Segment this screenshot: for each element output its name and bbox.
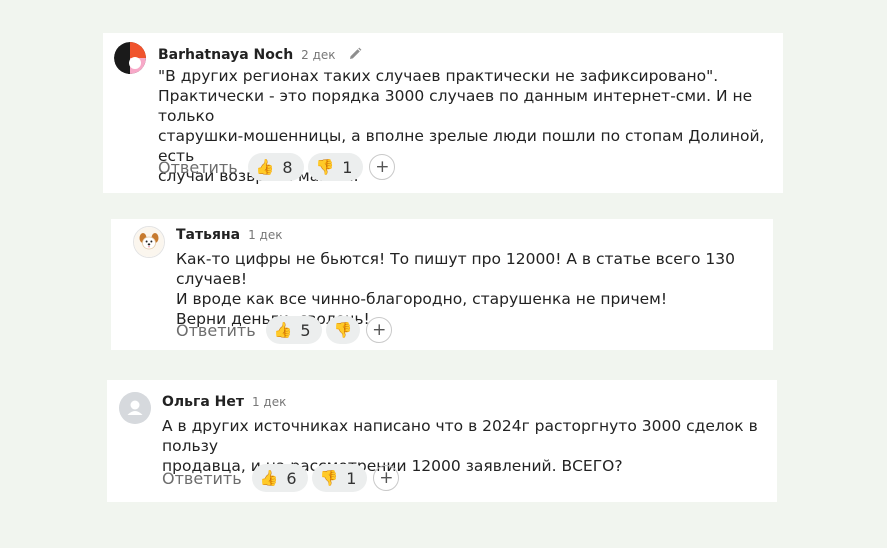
like-button[interactable]: 👍 8 (247, 153, 304, 181)
like-count: 5 (300, 320, 311, 340)
comment-date: 1 дек (248, 228, 283, 242)
comment-line: "В других регионах таких случаев практич… (158, 67, 719, 85)
thumbs-down-icon: 👎 (333, 320, 353, 339)
author-avatar[interactable] (114, 42, 146, 74)
author-avatar[interactable] (133, 226, 165, 258)
reply-button[interactable]: Ответить (158, 158, 238, 177)
like-button[interactable]: 👍 5 (265, 316, 322, 344)
dislike-count: 1 (346, 468, 357, 488)
comment-card: Barhatnaya Noch 2 дек "В других регионах… (103, 33, 783, 193)
like-count: 8 (282, 157, 293, 177)
author-avatar[interactable] (119, 392, 151, 424)
dislike-button[interactable]: 👎 1 (307, 153, 364, 181)
pencil-icon[interactable] (348, 46, 362, 60)
dislike-button[interactable]: 👎 1 (311, 464, 368, 492)
add-reaction-button[interactable]: + (373, 465, 400, 491)
comment-date: 2 дек (301, 48, 336, 62)
thumbs-up-icon: 👍 (259, 468, 279, 487)
reply-button[interactable]: Ответить (162, 469, 242, 488)
comment-card: Ольга Нет 1 дек А в других источниках на… (107, 380, 777, 502)
add-reaction-button[interactable]: + (369, 154, 396, 180)
dislike-count: 1 (342, 157, 353, 177)
dislike-button[interactable]: 👎 (325, 316, 361, 344)
comment-line: Практически - это порядка 3000 случаев п… (158, 87, 753, 125)
like-button[interactable]: 👍 6 (251, 464, 308, 492)
add-reaction-button[interactable]: + (366, 317, 393, 343)
author-name[interactable]: Barhatnaya Noch (158, 47, 293, 63)
thumbs-up-icon: 👍 (255, 157, 275, 176)
comment-line: И вроде как все чинно-благородно, старуш… (176, 290, 668, 308)
comment-line: Как-то цифры не бьются! То пишут про 120… (176, 250, 735, 288)
comment-actions: Ответить 👍 5 👎 + (176, 316, 393, 344)
thumbs-down-icon: 👎 (315, 157, 335, 176)
author-name[interactable]: Татьяна (176, 227, 240, 243)
comment-actions: Ответить 👍 8 👎 1 + (158, 153, 396, 181)
like-count: 6 (286, 468, 297, 488)
comment-card: Татьяна 1 дек Как-то цифры не бьются! То… (111, 219, 773, 350)
author-name[interactable]: Ольга Нет (162, 394, 244, 410)
thumbs-down-icon: 👎 (319, 468, 339, 487)
comment-date: 1 дек (251, 395, 287, 409)
comment-line: А в других источниках написано что в 202… (162, 417, 758, 455)
comment-actions: Ответить 👍 6 👎 1 + (162, 464, 400, 492)
thumbs-up-icon: 👍 (273, 320, 293, 339)
reply-button[interactable]: Ответить (176, 321, 256, 340)
